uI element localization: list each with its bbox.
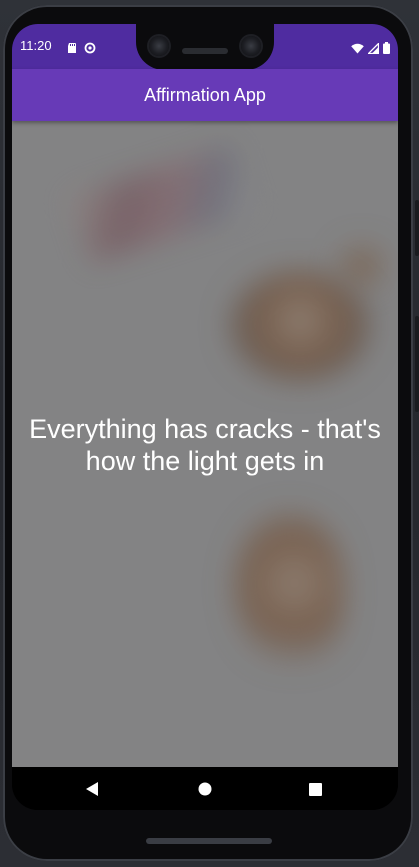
cellular-icon	[366, 39, 380, 58]
device-frame: 11:20 Affirmation App Everything has cra…	[0, 0, 419, 867]
wifi-icon	[351, 39, 364, 58]
recents-icon	[308, 782, 322, 796]
earpiece-speaker	[182, 48, 228, 54]
back-button[interactable]	[78, 775, 106, 803]
front-camera-icon	[149, 36, 169, 56]
sync-icon	[84, 39, 96, 54]
status-time: 11:20	[20, 38, 52, 53]
affirmation-text: Everything has cracks - that's how the l…	[29, 414, 381, 476]
screen: 11:20 Affirmation App Everything has cra…	[12, 24, 398, 810]
volume-button	[415, 316, 419, 412]
affirmation-screen[interactable]: Everything has cracks - that's how the l…	[12, 121, 398, 767]
power-button	[415, 200, 419, 256]
sd-card-icon	[66, 39, 78, 53]
camera-notch	[136, 24, 274, 70]
battery-icon	[383, 39, 390, 58]
front-camera-icon	[241, 36, 261, 56]
app-bar: Affirmation App	[12, 69, 398, 121]
home-icon	[198, 782, 212, 796]
back-icon	[86, 782, 98, 796]
system-navigation-bar	[12, 767, 398, 810]
recents-button[interactable]	[301, 775, 329, 803]
app-title: Affirmation App	[144, 85, 266, 105]
bottom-speaker-grille	[146, 838, 272, 844]
home-button[interactable]	[191, 775, 219, 803]
